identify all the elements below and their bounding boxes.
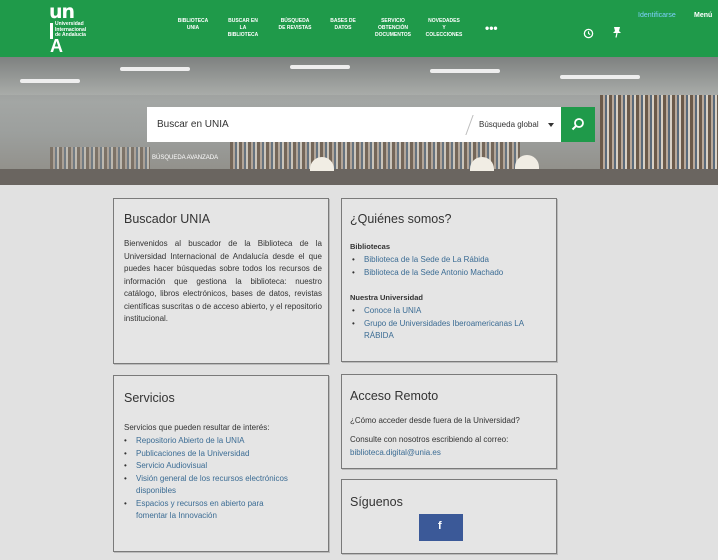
- card-title: ¿Quiénes somos?: [350, 212, 452, 226]
- scope-separator: [465, 115, 474, 135]
- nav-servicio-obtencion[interactable]: SERVICIO OBTENCIÓN DOCUMENTOS: [367, 18, 419, 39]
- facebook-button[interactable]: f: [419, 514, 463, 541]
- menu-button[interactable]: Menú: [694, 12, 712, 19]
- link-sede-machado[interactable]: Biblioteca de la Sede Antonio Machado: [364, 268, 503, 277]
- nav-novedades[interactable]: NOVEDADES Y COLECCIONES: [420, 18, 468, 39]
- logo-a: A: [50, 36, 63, 56]
- card-quienes-somos: ¿Quiénes somos? Bibliotecas Biblioteca d…: [341, 198, 557, 362]
- search-button[interactable]: [561, 107, 595, 142]
- nav-biblioteca-unia[interactable]: BIBLIOTECA UNIA: [172, 18, 214, 32]
- ceiling-light: [290, 65, 350, 69]
- list-item: Biblioteca de la Sede de La Rábida: [342, 254, 552, 267]
- search-input[interactable]: [147, 107, 465, 142]
- card-email-wrap: biblioteca.digital@unia.es: [350, 447, 441, 460]
- list-item: Publicaciones de la Universidad: [114, 448, 324, 461]
- search-icon: [571, 118, 584, 131]
- section-label: Nuestra Universidad: [350, 293, 423, 302]
- card-title: Acceso Remoto: [350, 389, 439, 403]
- list-item: Biblioteca de la Sede Antonio Machado: [342, 267, 552, 280]
- search-box: Búsqueda global: [147, 107, 590, 142]
- list-item: Espacios y recursos en abierto para fome…: [114, 498, 324, 523]
- link-publicaciones[interactable]: Publicaciones de la Universidad: [136, 449, 249, 458]
- list-item: Repositorio Abierto de la UNIA: [114, 435, 324, 448]
- desk-lamp: [515, 155, 539, 169]
- nav-more-button[interactable]: •••: [485, 22, 498, 34]
- card-buscador: Buscador UNIA Bienvenidos al buscador de…: [113, 198, 329, 364]
- link-audiovisual[interactable]: Servicio Audiovisual: [136, 461, 207, 470]
- history-icon[interactable]: [583, 26, 594, 44]
- card-intro: Servicios que pueden resultar de interés…: [124, 423, 270, 432]
- ceiling-light: [430, 69, 500, 73]
- facebook-icon: f: [438, 520, 442, 532]
- card-acceso-remoto: Acceso Remoto ¿Cómo acceder desde fuera …: [341, 374, 557, 469]
- list-item: Servicio Audiovisual: [114, 460, 324, 473]
- list-item: Grupo de Universidades Iberoamericanas L…: [342, 318, 552, 343]
- card-title: Servicios: [124, 391, 175, 405]
- advanced-search-link[interactable]: BÚSQUEDA AVANZADA: [152, 155, 218, 161]
- ceiling-light: [560, 75, 640, 79]
- pin-icon[interactable]: [612, 25, 622, 43]
- bookshelf: [50, 147, 150, 169]
- link-grupo-universidades[interactable]: Grupo de Universidades Iberoamericanas L…: [364, 319, 524, 341]
- login-link[interactable]: Identificarse: [638, 12, 676, 19]
- card-title: Síguenos: [350, 495, 403, 509]
- hero-floor: [0, 169, 718, 185]
- bibliotecas-list: Biblioteca de la Sede de La Rábida Bibli…: [342, 254, 552, 279]
- link-conoce-unia[interactable]: Conoce la UNIA: [364, 306, 421, 315]
- ceiling-light: [120, 67, 190, 71]
- email-link[interactable]: biblioteca.digital@unia.es: [350, 448, 441, 457]
- nav-bases-datos[interactable]: BASES DE DATOS: [324, 18, 362, 32]
- servicios-list: Repositorio Abierto de la UNIA Publicaci…: [114, 435, 324, 523]
- link-recursos-electronicos[interactable]: Visión general de los recursos electróni…: [136, 474, 288, 496]
- logo-un: un: [49, 1, 75, 23]
- link-espacios-innovacion[interactable]: Espacios y recursos en abierto para fome…: [136, 499, 264, 521]
- ceiling-light: [20, 79, 80, 83]
- card-title: Buscador UNIA: [124, 212, 211, 226]
- unia-logo[interactable]: un Universidad Internacional de Andalucí…: [32, 1, 96, 56]
- link-repositorio[interactable]: Repositorio Abierto de la UNIA: [136, 436, 245, 445]
- bookshelf: [600, 95, 718, 169]
- list-item: Visión general de los recursos electróni…: [114, 473, 324, 498]
- card-servicios: Servicios Servicios que pueden resultar …: [113, 375, 329, 552]
- nav-busqueda-revistas[interactable]: BÚSQUEDA DE REVISTAS: [270, 18, 320, 32]
- card-consult: Consulte con nosotros escribiendo al cor…: [350, 435, 509, 444]
- nav-buscar-biblioteca[interactable]: BUSCAR EN LA BIBLIOTECA: [222, 18, 264, 39]
- card-text: Bienvenidos al buscador de la Biblioteca…: [124, 239, 322, 323]
- top-header: un Universidad Internacional de Andalucí…: [0, 0, 718, 57]
- section-label: Bibliotecas: [350, 242, 391, 251]
- chevron-down-icon: [548, 123, 554, 127]
- link-sede-rabida[interactable]: Biblioteca de la Sede de La Rábida: [364, 255, 489, 264]
- card-question: ¿Cómo acceder desde fuera de la Universi…: [350, 416, 520, 425]
- search-scope-select[interactable]: Búsqueda global: [479, 120, 539, 129]
- universidad-list: Conoce la UNIA Grupo de Universidades Ib…: [342, 305, 552, 343]
- list-item: Conoce la UNIA: [342, 305, 552, 318]
